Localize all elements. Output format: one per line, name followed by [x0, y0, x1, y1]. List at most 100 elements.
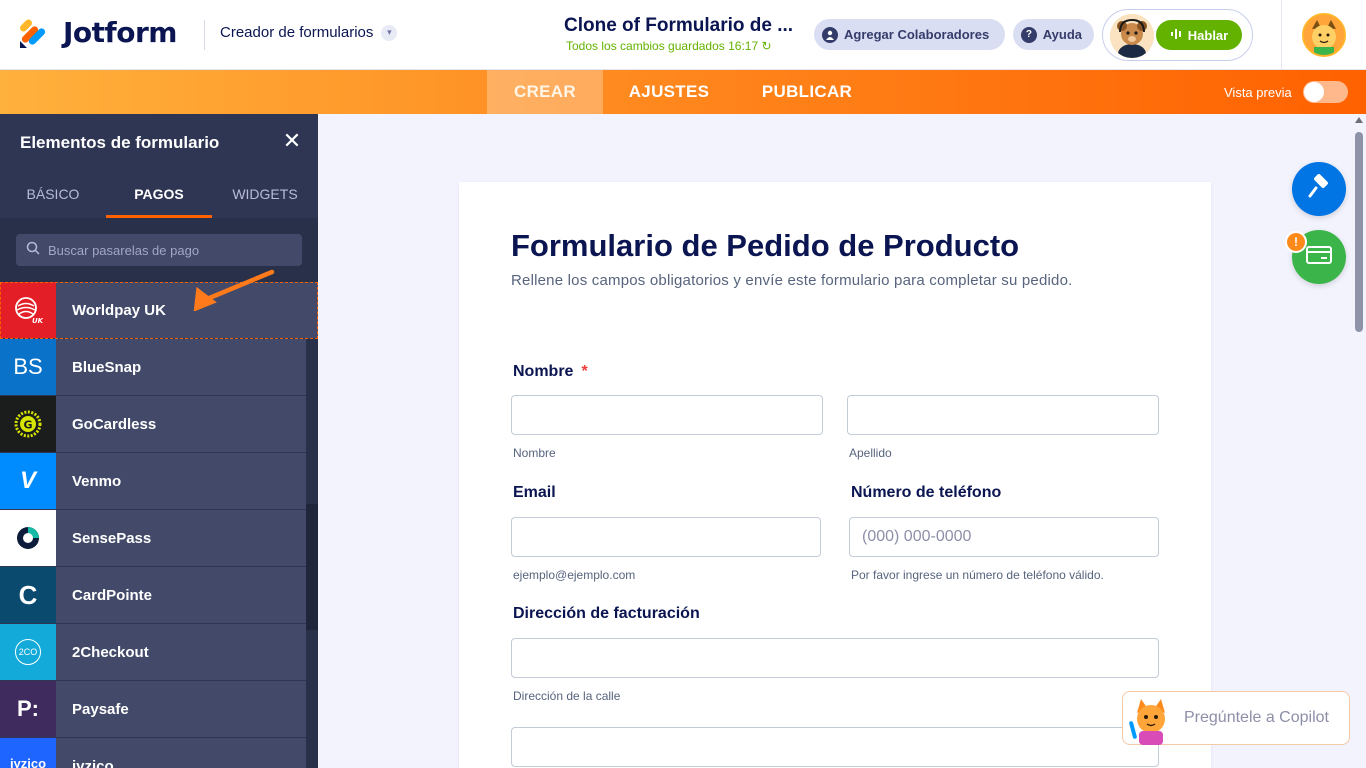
canvas-scrollbar[interactable]	[1352, 114, 1366, 768]
refresh-icon: ↻	[761, 39, 772, 53]
talk-button[interactable]: Hablar	[1156, 20, 1242, 50]
tab-publish[interactable]: PUBLICAR	[745, 70, 869, 114]
logo-text: Jotform	[63, 16, 177, 49]
venmo-icon: V	[0, 453, 56, 509]
item-label: BlueSnap	[72, 358, 142, 376]
top-bar: Jotform Creador de formularios ▾ Clone o…	[0, 0, 1366, 70]
2checkout-glyph: 2CO	[15, 639, 41, 665]
sensepass-icon	[0, 510, 56, 566]
form-title[interactable]: Clone of Formulario de ...	[564, 15, 804, 37]
tab-widgets[interactable]: WIDGETS	[212, 170, 318, 218]
payment-gateway-list: UK Worldpay UK BS BlueSnap G GoCardless …	[0, 282, 318, 768]
email-field-label[interactable]: Email	[513, 484, 556, 502]
scroll-up-icon[interactable]	[1355, 117, 1363, 123]
help-button[interactable]: ? Ayuda	[1013, 19, 1094, 50]
builder-label: Creador de formularios	[220, 24, 374, 41]
builder-nav: CREAR AJUSTES PUBLICAR Vista previa	[0, 70, 1366, 114]
tab-payments[interactable]: PAGOS	[106, 170, 212, 218]
preview-label: Vista previa	[1224, 85, 1292, 100]
worldpay-icon: UK	[0, 282, 56, 338]
item-label: SensePass	[72, 529, 152, 547]
save-status-text: Todos los cambios guardados 16:17	[566, 39, 759, 53]
copilot-label: Pregúntele a Copilot	[1184, 709, 1329, 726]
copilot-button[interactable]: Pregúntele a Copilot	[1122, 691, 1350, 745]
list-item[interactable]: SensePass	[0, 510, 306, 567]
list-item[interactable]: BS BlueSnap	[0, 339, 306, 396]
credit-card-icon	[1306, 245, 1332, 270]
user-icon	[822, 26, 838, 43]
tab-basic[interactable]: BÁSICO	[0, 170, 106, 218]
chevron-down-icon: ▾	[381, 24, 398, 41]
street-address-input[interactable]	[512, 639, 1158, 677]
scroll-thumb[interactable]	[1355, 132, 1363, 332]
item-label: Paysafe	[72, 700, 129, 718]
phone-field-label[interactable]: Número de teléfono	[851, 484, 1001, 502]
item-label: iyzico	[72, 757, 114, 768]
last-name-input[interactable]	[848, 396, 1158, 434]
voice-icon	[1170, 28, 1182, 43]
preview-toggle[interactable]	[1303, 81, 1348, 103]
iyzico-icon: iyzico	[0, 738, 56, 768]
jotform-logo[interactable]: Jotform	[18, 16, 177, 49]
item-label: Venmo	[72, 472, 122, 490]
list-item[interactable]: V Venmo	[0, 453, 306, 510]
phone-field	[849, 517, 1159, 557]
phone-hint: Por favor ingrese un número de teléfono …	[851, 568, 1104, 582]
form-subheading[interactable]: Rellene los campos obligatorios y envíe …	[511, 272, 1073, 289]
gocardless-icon: G	[0, 396, 56, 452]
form-heading[interactable]: Formulario de Pedido de Producto	[511, 228, 1019, 264]
add-collaborators-button[interactable]: Agregar Colaboradores	[814, 19, 1005, 50]
payment-search	[16, 234, 302, 266]
gocardless-glyph: G	[24, 419, 33, 432]
street-address-hint: Dirección de la calle	[513, 689, 621, 703]
help-icon: ?	[1021, 26, 1037, 43]
svg-text:UK: UK	[32, 317, 43, 325]
last-name-hint: Apellido	[849, 446, 892, 460]
email-hint: ejemplo@ejemplo.com	[513, 568, 636, 582]
form-builder-dropdown[interactable]: Creador de formularios ▾	[220, 24, 398, 41]
address-field-label[interactable]: Dirección de facturación	[513, 605, 700, 623]
form-canvas: Formulario de Pedido de Producto Rellene…	[459, 182, 1211, 768]
email-input[interactable]	[512, 518, 820, 556]
orange-pointer-arrow-icon	[193, 269, 275, 311]
panel-scrollbar[interactable]	[306, 504, 318, 630]
payment-search-input[interactable]	[48, 242, 288, 258]
list-item[interactable]: iyzico iyzico	[0, 738, 306, 768]
header-divider	[204, 20, 205, 50]
user-avatar[interactable]	[1302, 13, 1346, 57]
list-item[interactable]: G GoCardless	[0, 396, 306, 453]
required-mark: *	[581, 363, 588, 380]
street-address-line2-field	[511, 727, 1159, 767]
copilot-cat-icon	[1123, 691, 1179, 745]
talk-label: Hablar	[1187, 27, 1229, 43]
street-address-line2-input[interactable]	[512, 728, 1158, 766]
email-field	[511, 517, 821, 557]
form-designer-button[interactable]	[1292, 162, 1346, 216]
last-name-field	[847, 395, 1159, 435]
form-elements-panel: Elementos de formulario ✕ BÁSICO PAGOS W…	[0, 114, 318, 768]
toggle-knob	[1304, 82, 1324, 102]
tab-create[interactable]: CREAR	[487, 70, 603, 114]
name-label-text: Nombre	[513, 363, 574, 380]
list-item[interactable]: 2CO 2Checkout	[0, 624, 306, 681]
jotform-logo-icon	[18, 17, 50, 49]
tab-settings[interactable]: AJUSTES	[613, 70, 725, 114]
agent-avatar[interactable]	[1110, 14, 1154, 58]
panel-title: Elementos de formulario	[20, 133, 220, 152]
2checkout-icon: 2CO	[0, 624, 56, 680]
close-icon[interactable]: ✕	[282, 130, 302, 152]
panel-header: Elementos de formulario ✕	[0, 114, 318, 170]
help-label: Ayuda	[1042, 27, 1082, 42]
street-address-field	[511, 638, 1159, 678]
list-item[interactable]: P: Paysafe	[0, 681, 306, 738]
paysafe-icon: P:	[0, 681, 56, 737]
phone-input[interactable]	[850, 518, 1158, 556]
paint-roller-icon	[1306, 173, 1332, 205]
name-field-label[interactable]: Nombre *	[513, 363, 588, 381]
first-name-field	[511, 395, 823, 435]
first-name-input[interactable]	[512, 396, 822, 434]
header-separator	[1281, 0, 1282, 70]
save-status: Todos los cambios guardados 16:17 ↻	[566, 39, 772, 53]
list-item[interactable]: C CardPointe	[0, 567, 306, 624]
item-label: GoCardless	[72, 415, 157, 433]
